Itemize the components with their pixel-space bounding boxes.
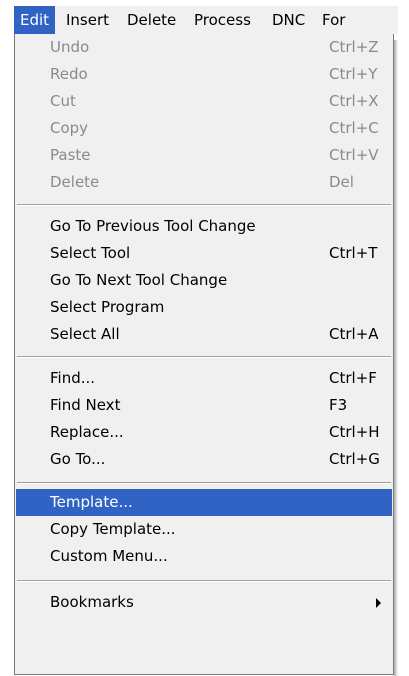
menu-item-label: Find Next — [50, 396, 121, 414]
menubar-edit[interactable]: Edit — [14, 6, 56, 34]
menu-item-template[interactable]: Template... — [16, 489, 392, 516]
menu-item-label: Select Tool — [50, 244, 131, 262]
menu-item-label: Go To Next Tool Change — [50, 271, 228, 289]
menu-item-delete[interactable]: Delete Del — [16, 169, 392, 196]
menu-item-label: Copy Template... — [50, 520, 176, 538]
menu-item-label: Find... — [50, 369, 96, 387]
menu-item-shortcut: Ctrl+X — [329, 92, 379, 110]
menu-item-label: Template... — [50, 493, 133, 511]
menu-item-previous-tool-change[interactable]: Go To Previous Tool Change — [16, 213, 392, 240]
submenu-arrow-icon — [376, 598, 381, 608]
menu-item-paste[interactable]: Paste Ctrl+V — [16, 142, 392, 169]
menu-item-shortcut: Ctrl+C — [329, 119, 379, 137]
menu-item-shortcut: Ctrl+F — [329, 369, 377, 387]
menu-item-label: Select All — [50, 325, 120, 343]
menu-item-select-program[interactable]: Select Program — [16, 294, 392, 321]
menubar-delete[interactable]: Delete — [127, 6, 176, 34]
menu-item-shortcut: F3 — [329, 396, 348, 414]
menubar-format[interactable]: For — [322, 6, 345, 34]
menu-item-copy[interactable]: Copy Ctrl+C — [16, 115, 392, 142]
menu-item-redo[interactable]: Redo Ctrl+Y — [16, 61, 392, 88]
menu-item-bookmarks[interactable]: Bookmarks — [16, 589, 392, 616]
menu-item-label: Cut — [50, 92, 76, 110]
menu-item-label: Go To Previous Tool Change — [50, 217, 256, 235]
menu-item-label: Bookmarks — [50, 593, 134, 611]
menubar-insert[interactable]: Insert — [66, 6, 109, 34]
menubar-dnc[interactable]: DNC — [272, 6, 305, 34]
menu-item-label: Undo — [50, 38, 90, 56]
menu-item-label: Paste — [50, 146, 91, 164]
menu-item-shortcut: Ctrl+Z — [329, 38, 379, 56]
menu-item-label: Redo — [50, 65, 88, 83]
menu-item-shortcut: Ctrl+A — [329, 325, 379, 343]
menu-item-label: Replace... — [50, 423, 124, 441]
menu-item-next-tool-change[interactable]: Go To Next Tool Change — [16, 267, 392, 294]
menu-item-find[interactable]: Find... Ctrl+F — [16, 365, 392, 392]
edit-menu-window: Edit Insert Delete Process DNC For Undo … — [0, 0, 398, 676]
menubar-process[interactable]: Process — [194, 6, 251, 34]
menu-item-select-tool[interactable]: Select Tool Ctrl+T — [16, 240, 392, 267]
menu-item-label: Select Program — [50, 298, 165, 316]
menu-item-find-next[interactable]: Find Next F3 — [16, 392, 392, 419]
menu-item-shortcut: Del — [329, 173, 354, 191]
menu-separator — [17, 482, 391, 484]
menu-item-shortcut: Ctrl+T — [329, 244, 378, 262]
menu-item-go-to[interactable]: Go To... Ctrl+G — [16, 446, 392, 473]
menu-item-label: Go To... — [50, 450, 106, 468]
menu-item-copy-template[interactable]: Copy Template... — [16, 516, 392, 543]
menu-item-label: Delete — [50, 173, 100, 191]
menu-item-label: Copy — [50, 119, 89, 137]
menu-item-shortcut: Ctrl+H — [329, 423, 380, 441]
menu-item-select-all[interactable]: Select All Ctrl+A — [16, 321, 392, 348]
menu-item-custom-menu[interactable]: Custom Menu... — [16, 543, 392, 570]
menu-item-shortcut: Ctrl+V — [329, 146, 379, 164]
menu-separator — [17, 580, 391, 582]
menu-item-cut[interactable]: Cut Ctrl+X — [16, 88, 392, 115]
menu-shadow — [394, 40, 398, 676]
edit-dropdown-menu: Undo Ctrl+Z Redo Ctrl+Y Cut Ctrl+X Copy … — [14, 34, 394, 675]
menu-item-shortcut: Ctrl+G — [329, 450, 380, 468]
menu-item-replace[interactable]: Replace... Ctrl+H — [16, 419, 392, 446]
menu-separator — [17, 204, 391, 206]
menu-separator — [17, 356, 391, 358]
menu-item-label: Custom Menu... — [50, 547, 168, 565]
menu-item-undo[interactable]: Undo Ctrl+Z — [16, 34, 392, 61]
menu-bar: Edit Insert Delete Process DNC For — [14, 6, 398, 34]
menu-item-shortcut: Ctrl+Y — [329, 65, 378, 83]
